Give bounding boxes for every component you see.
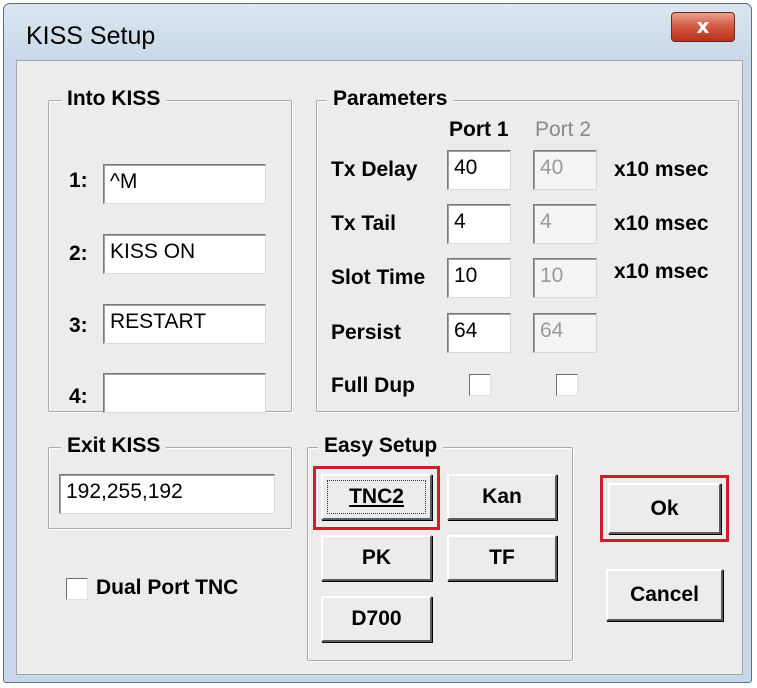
tx-tail-port1-field[interactable]: 4 xyxy=(447,204,511,244)
ok-button-label: Ok xyxy=(650,497,679,520)
persist-port2-field: 64 xyxy=(533,313,597,353)
close-button[interactable]: x xyxy=(671,12,735,42)
kan-button-label: Kan xyxy=(482,485,522,508)
tnc2-focus-rect xyxy=(327,480,426,514)
tx-delay-port1-field[interactable]: 40 xyxy=(447,150,511,190)
kan-button[interactable]: Kan xyxy=(447,474,557,520)
dual-port-tnc-checkbox[interactable] xyxy=(66,578,88,600)
into-kiss-label-4: 4: xyxy=(69,385,88,408)
cancel-button-label: Cancel xyxy=(630,583,699,606)
dialog-window: KISS Setup x Into KISS 1: ^M 2: KISS ON … xyxy=(3,3,752,683)
dialog-client-area: Into KISS 1: ^M 2: KISS ON 3: RESTART 4:… xyxy=(16,60,743,675)
slot-time-port1-field[interactable]: 10 xyxy=(447,258,511,298)
d700-button[interactable]: D700 xyxy=(321,596,432,642)
into-kiss-label-3: 3: xyxy=(69,314,88,337)
into-kiss-field-1[interactable]: ^M xyxy=(103,164,266,204)
into-kiss-field-4[interactable] xyxy=(103,373,266,413)
tf-button-label: TF xyxy=(489,546,515,569)
persist-port1-field[interactable]: 64 xyxy=(447,313,511,353)
tx-tail-unit: x10 msec xyxy=(614,212,709,235)
tf-button[interactable]: TF xyxy=(447,535,557,581)
easy-setup-legend: Easy Setup xyxy=(318,434,444,458)
tx-tail-label: Tx Tail xyxy=(331,212,396,235)
tx-delay-unit: x10 msec xyxy=(614,158,709,181)
into-kiss-label-2: 2: xyxy=(69,242,88,265)
d700-button-label: D700 xyxy=(351,607,402,630)
full-dup-port2-checkbox[interactable] xyxy=(556,374,578,396)
tx-tail-port2-field: 4 xyxy=(533,204,597,244)
into-kiss-label-1: 1: xyxy=(69,169,88,192)
slot-time-port2-field: 10 xyxy=(533,258,597,298)
close-icon: x xyxy=(696,14,710,38)
window-title: KISS Setup xyxy=(26,22,156,50)
into-kiss-field-3[interactable]: RESTART xyxy=(103,304,266,344)
parameters-group: Parameters Port 1 Port 2 Tx Delay 40 40 … xyxy=(316,87,739,412)
pk-button[interactable]: PK xyxy=(321,535,432,581)
persist-label: Persist xyxy=(331,321,402,344)
port1-header: Port 1 xyxy=(449,118,509,141)
pk-button-label: PK xyxy=(361,546,392,569)
tx-delay-port2-field: 40 xyxy=(533,150,597,190)
exit-kiss-legend: Exit KISS xyxy=(61,434,167,458)
into-kiss-group: Into KISS 1: ^M 2: KISS ON 3: RESTART 4: xyxy=(48,87,292,413)
full-dup-label: Full Dup xyxy=(331,374,415,397)
ok-button[interactable]: Ok xyxy=(608,483,721,534)
port2-header: Port 2 xyxy=(535,118,592,141)
slot-time-unit: x10 msec xyxy=(614,260,709,283)
exit-kiss-field[interactable]: 192,255,192 xyxy=(59,474,275,514)
into-kiss-legend: Into KISS xyxy=(61,87,167,111)
full-dup-port1-checkbox[interactable] xyxy=(469,374,491,396)
tx-delay-label: Tx Delay xyxy=(331,158,418,181)
exit-kiss-group: Exit KISS 192,255,192 xyxy=(48,434,292,529)
slot-time-label: Slot Time xyxy=(331,266,426,289)
into-kiss-field-2[interactable]: KISS ON xyxy=(103,234,266,274)
dual-port-tnc-label: Dual Port TNC xyxy=(96,576,239,599)
cancel-button[interactable]: Cancel xyxy=(606,569,723,621)
parameters-legend: Parameters xyxy=(327,87,454,111)
